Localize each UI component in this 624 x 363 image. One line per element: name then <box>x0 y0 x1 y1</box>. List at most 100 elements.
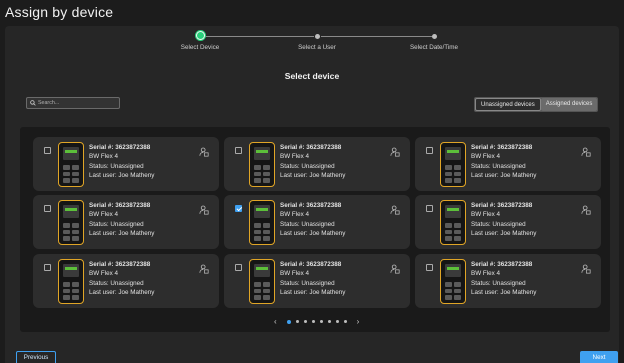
device-info: Serial #: 3623872388 BW Flex 4 Status: Una… <box>89 143 154 181</box>
device-checkbox[interactable] <box>426 205 433 212</box>
device-last-user: Last user: Joe Matheny <box>280 230 346 238</box>
pagination: ‹ › <box>274 317 359 326</box>
device-serial: Serial #: 3623872388 <box>89 202 151 209</box>
device-status: Status: Unassigned <box>89 220 144 228</box>
page-dot[interactable] <box>343 320 347 323</box>
stepper: Select Device Select a User Select Date/… <box>0 0 624 60</box>
device-card[interactable]: Serial #: 3623872388 BW Flex 4 Status: Una… <box>33 137 219 191</box>
device-info: Serial #: 3623872388 BW Flex 4 Status: Una… <box>471 201 536 239</box>
device-checkbox[interactable] <box>235 264 242 271</box>
device-model: BW Flex 4 <box>471 270 501 278</box>
toggle-unassigned-devices[interactable]: Unassigned devices <box>475 98 541 111</box>
device-info: Serial #: 3623872388 BW Flex 4 Status: Una… <box>280 260 345 298</box>
device-status: Status: Unassigned <box>89 279 144 287</box>
user-assign-icon[interactable] <box>581 205 591 215</box>
device-image <box>58 142 84 187</box>
device-model: BW Flex 4 <box>280 153 310 161</box>
device-info: Serial #: 3623872388 BW Flex 4 Status: Una… <box>89 260 154 298</box>
device-model: BW Flex 4 <box>471 211 501 219</box>
device-last-user: Last user: Joe Matheny <box>89 289 155 297</box>
device-status: Status: Unassigned <box>471 220 526 228</box>
next-button[interactable]: Next <box>580 351 618 363</box>
page-dot[interactable] <box>295 320 299 323</box>
device-serial: Serial #: 3623872388 <box>471 202 533 209</box>
device-checkbox[interactable] <box>44 147 51 154</box>
device-card[interactable]: Serial #: 3623872388 BW Flex 4 Status: Una… <box>224 254 410 308</box>
device-model: BW Flex 4 <box>89 153 119 161</box>
device-card[interactable]: Serial #: 3623872388 BW Flex 4 Status: Una… <box>33 254 219 308</box>
device-image <box>58 259 84 304</box>
device-card[interactable]: Serial #: 3623872388 BW Flex 4 Status: Una… <box>415 195 601 249</box>
device-last-user: Last user: Joe Matheny <box>89 172 155 180</box>
device-status: Status: Unassigned <box>471 279 526 287</box>
user-assign-icon[interactable] <box>390 147 400 157</box>
step-connector <box>321 36 432 37</box>
device-serial: Serial #: 3623872388 <box>280 202 342 209</box>
device-card[interactable]: Serial #: 3623872388 BW Flex 4 Status: Una… <box>33 195 219 249</box>
device-model: BW Flex 4 <box>89 211 119 219</box>
device-serial: Serial #: 3623872388 <box>89 261 151 268</box>
user-assign-icon[interactable] <box>581 147 591 157</box>
page-dot[interactable] <box>319 320 323 323</box>
user-assign-icon[interactable] <box>199 147 209 157</box>
device-image <box>58 200 84 245</box>
user-assign-icon[interactable] <box>390 205 400 215</box>
device-last-user: Last user: Joe Matheny <box>471 230 537 238</box>
device-status: Status: Unassigned <box>280 162 335 170</box>
user-assign-icon[interactable] <box>581 264 591 274</box>
page-dot[interactable] <box>311 320 315 323</box>
search-box[interactable] <box>26 97 120 109</box>
device-card[interactable]: Serial #: 3623872388 BW Flex 4 Status: Una… <box>224 137 410 191</box>
section-title: Select device <box>284 71 340 81</box>
device-serial: Serial #: 3623872388 <box>471 261 533 268</box>
page-dot[interactable] <box>327 320 331 323</box>
device-last-user: Last user: Joe Matheny <box>471 289 537 297</box>
step-indicator <box>315 34 320 39</box>
device-card[interactable]: Serial #: 3623872388 BW Flex 4 Status: Una… <box>224 195 410 249</box>
search-input[interactable] <box>38 100 118 106</box>
device-model: BW Flex 4 <box>89 270 119 278</box>
device-image <box>440 142 466 187</box>
device-card[interactable]: Serial #: 3623872388 BW Flex 4 Status: Una… <box>415 254 601 308</box>
page-dot[interactable] <box>303 320 307 323</box>
device-checkbox[interactable] <box>44 264 51 271</box>
device-info: Serial #: 3623872388 BW Flex 4 Status: Una… <box>471 143 536 181</box>
step-label-select-device: Select Device <box>180 44 220 51</box>
chevron-right-icon[interactable]: › <box>357 317 360 326</box>
device-image <box>249 142 275 187</box>
device-image <box>440 200 466 245</box>
device-status: Status: Unassigned <box>471 162 526 170</box>
user-assign-icon[interactable] <box>199 264 209 274</box>
chevron-left-icon[interactable]: ‹ <box>274 317 277 326</box>
device-image <box>249 259 275 304</box>
user-assign-icon[interactable] <box>199 205 209 215</box>
device-status: Status: Unassigned <box>280 279 335 287</box>
step-indicator <box>432 34 437 39</box>
device-model: BW Flex 4 <box>280 270 310 278</box>
device-card[interactable]: Serial #: 3623872388 BW Flex 4 Status: Una… <box>415 137 601 191</box>
device-checkbox[interactable] <box>426 264 433 271</box>
device-image <box>440 259 466 304</box>
device-status: Status: Unassigned <box>280 220 335 228</box>
device-checkbox[interactable] <box>235 205 242 212</box>
device-info: Serial #: 3623872388 BW Flex 4 Status: Una… <box>471 260 536 298</box>
device-info: Serial #: 3623872388 BW Flex 4 Status: Una… <box>280 201 345 239</box>
device-last-user: Last user: Joe Matheny <box>471 172 537 180</box>
device-model: BW Flex 4 <box>280 211 310 219</box>
step-label-select-datetime: Select Date/Time <box>409 44 459 51</box>
device-serial: Serial #: 3623872388 <box>471 144 533 151</box>
previous-button[interactable]: Previous <box>16 351 56 363</box>
user-assign-icon[interactable] <box>390 264 400 274</box>
step-indicator-active <box>196 31 205 40</box>
step-label-select-user: Select a User <box>298 44 336 51</box>
device-serial: Serial #: 3623872388 <box>280 261 342 268</box>
page-dot[interactable] <box>335 320 339 323</box>
toggle-assigned-devices[interactable]: Assigned devices <box>540 98 598 111</box>
device-last-user: Last user: Joe Matheny <box>89 230 155 238</box>
page-dot[interactable] <box>286 319 291 324</box>
device-last-user: Last user: Joe Matheny <box>280 289 346 297</box>
device-serial: Serial #: 3623872388 <box>280 144 342 151</box>
device-checkbox[interactable] <box>426 147 433 154</box>
device-checkbox[interactable] <box>235 147 242 154</box>
device-checkbox[interactable] <box>44 205 51 212</box>
